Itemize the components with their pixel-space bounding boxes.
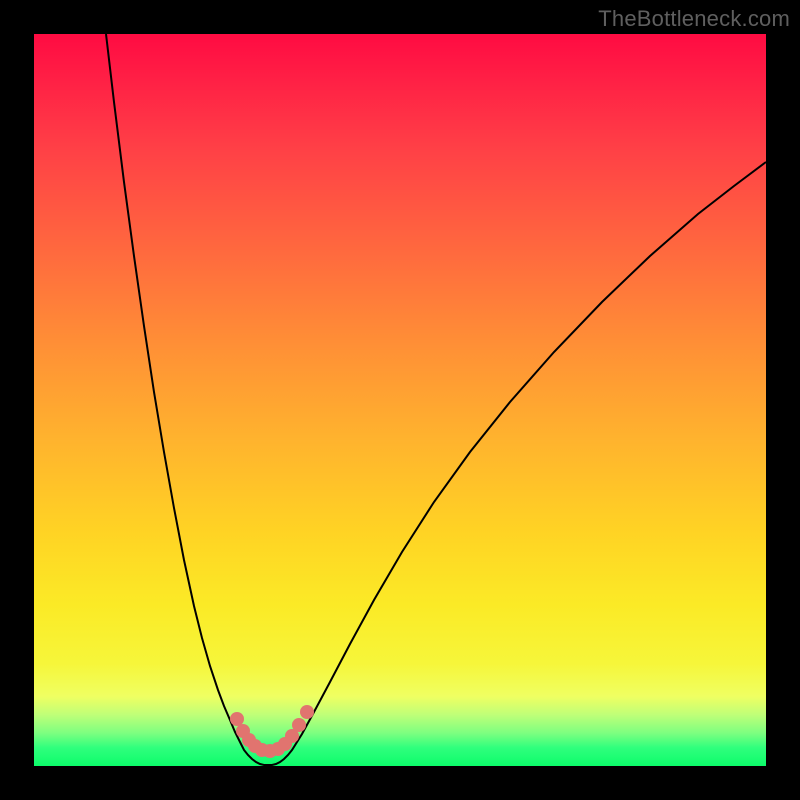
marker-dot <box>230 712 244 726</box>
marker-dot <box>300 705 314 719</box>
marker-cluster <box>230 705 314 758</box>
marker-dot <box>292 718 306 732</box>
plot-area <box>34 34 766 766</box>
curve-path <box>106 34 766 765</box>
chart-frame: TheBottleneck.com <box>0 0 800 800</box>
bottleneck-curve <box>34 34 766 766</box>
watermark-label: TheBottleneck.com <box>598 6 790 32</box>
